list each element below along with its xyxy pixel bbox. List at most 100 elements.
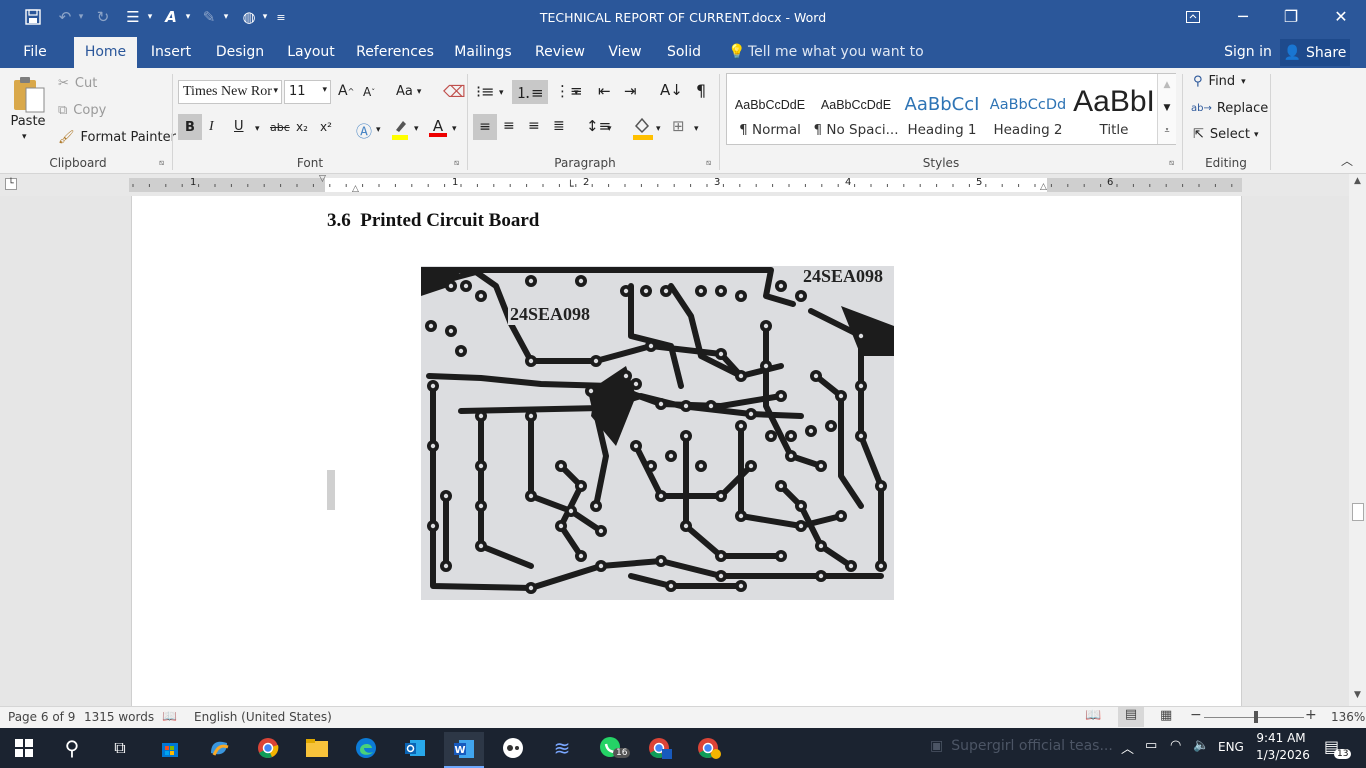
whatsapp-icon[interactable]: 16 bbox=[591, 732, 631, 764]
vpn-icon[interactable]: ≋ bbox=[542, 732, 582, 764]
read-mode-icon[interactable]: 📖 bbox=[1085, 708, 1101, 723]
qat-dropdown-icon[interactable]: ▾ bbox=[145, 6, 155, 28]
collapse-ribbon-icon[interactable]: ︿ bbox=[1341, 152, 1353, 169]
chrome-profile-icon-2[interactable] bbox=[689, 732, 729, 764]
tab-view[interactable]: View bbox=[602, 37, 648, 68]
zoom-level[interactable]: 136% bbox=[1331, 710, 1365, 724]
font-size-box[interactable]: 11 ▾ bbox=[284, 80, 331, 104]
media-player-icon[interactable] bbox=[493, 732, 533, 764]
decrease-indent-icon[interactable]: ⇤ bbox=[598, 82, 611, 100]
tab-review[interactable]: Review bbox=[530, 37, 590, 68]
styles-launcher-icon[interactable]: ⧅ bbox=[1169, 158, 1174, 168]
hanging-indent-marker[interactable]: △ bbox=[352, 184, 359, 194]
qat-dropdown-icon-4[interactable]: ▾ bbox=[260, 6, 270, 28]
undo-icon[interactable]: ↶ bbox=[54, 6, 76, 28]
wifi-icon[interactable]: ◠ bbox=[1170, 738, 1181, 753]
underline-dropdown-icon[interactable]: ▾ bbox=[255, 124, 260, 134]
cut-button[interactable]: ✂ Cut bbox=[58, 76, 97, 91]
select-button[interactable]: ⇱ Select ▾ bbox=[1193, 127, 1259, 142]
ribbon-display-options-icon[interactable] bbox=[1170, 0, 1216, 33]
show-hidden-icons[interactable]: ︿ bbox=[1121, 738, 1134, 757]
font-color-dropdown-icon[interactable]: ▾ bbox=[452, 124, 457, 134]
tell-me-search[interactable]: Tell me what you want to do... bbox=[748, 37, 938, 91]
text-effects-button[interactable]: Ⓐ ▾ bbox=[356, 118, 381, 142]
font-launcher-icon[interactable]: ⧅ bbox=[454, 158, 459, 168]
scroll-thumb[interactable] bbox=[1352, 503, 1364, 521]
draw-icon[interactable]: ✎ bbox=[198, 6, 220, 28]
clear-formatting-icon[interactable]: ⌫ bbox=[443, 82, 466, 101]
strikethrough-button[interactable]: abc bbox=[270, 121, 290, 134]
borders-dropdown-icon[interactable]: ▾ bbox=[694, 124, 699, 134]
close-button[interactable]: ✕ bbox=[1318, 0, 1364, 33]
align-center-icon[interactable]: ≡ bbox=[503, 118, 515, 134]
change-case-button[interactable]: Aa ▾ bbox=[396, 84, 421, 99]
tab-selector-icon[interactable]: └ bbox=[5, 178, 17, 190]
shading-icon[interactable] bbox=[633, 116, 653, 140]
word-count[interactable]: 1315 words bbox=[84, 710, 154, 724]
styles-more-icon[interactable]: ⩡ bbox=[1158, 120, 1176, 143]
underline-button[interactable]: U bbox=[234, 119, 244, 134]
scroll-up-icon[interactable]: ▲ bbox=[1349, 176, 1366, 190]
clipboard-launcher-icon[interactable]: ⧅ bbox=[159, 158, 164, 168]
vertical-scrollbar[interactable]: ▲ ▼ bbox=[1349, 174, 1366, 706]
styles-up-icon[interactable]: ▲ bbox=[1158, 74, 1176, 97]
minimize-button[interactable]: ─ bbox=[1220, 0, 1266, 33]
styles-scroll[interactable]: ▲ ▼ ⩡ bbox=[1157, 74, 1176, 144]
paste-icon[interactable] bbox=[12, 76, 46, 114]
file-explorer-icon[interactable] bbox=[297, 732, 337, 764]
notification-ticker[interactable]: ▣ Supergirl official teas... bbox=[930, 738, 1113, 754]
outlook-icon[interactable] bbox=[395, 732, 435, 764]
search-icon[interactable]: ⚲ bbox=[52, 732, 92, 764]
chrome-icon[interactable] bbox=[248, 732, 288, 764]
zoom-in-icon[interactable]: + bbox=[1305, 707, 1317, 723]
tab-solid[interactable]: Solid bbox=[660, 37, 708, 68]
tab-design[interactable]: Design bbox=[208, 37, 272, 68]
sort-icon[interactable]: A↓ bbox=[660, 81, 683, 99]
grow-font-icon[interactable]: A ^ bbox=[338, 83, 354, 99]
section-heading[interactable]: 3.6 Printed Circuit Board bbox=[327, 210, 539, 232]
volume-icon[interactable]: 🔈 bbox=[1193, 738, 1209, 753]
customize-qat-icon[interactable]: ≡ bbox=[274, 6, 288, 28]
clock-time[interactable]: 9:41 AM bbox=[1256, 731, 1306, 745]
language-indicator[interactable]: English (United States) bbox=[194, 710, 332, 724]
align-right-icon[interactable]: ≡ bbox=[528, 118, 540, 134]
qat-dropdown-icon-2[interactable]: ▾ bbox=[183, 6, 193, 28]
highlight-dropdown-icon[interactable]: ▾ bbox=[414, 124, 419, 134]
restore-button[interactable]: ❐ bbox=[1268, 0, 1314, 33]
align-left-icon[interactable]: ≡ bbox=[473, 114, 497, 140]
web-icon[interactable]: ◍ bbox=[238, 6, 260, 28]
font-name-dropdown-icon[interactable]: ▾ bbox=[273, 85, 278, 96]
copy-button[interactable]: ⧉ Copy bbox=[58, 103, 106, 118]
superscript-button[interactable]: x² bbox=[320, 120, 332, 134]
tab-file[interactable]: File bbox=[14, 37, 56, 68]
edge-icon[interactable] bbox=[346, 732, 386, 764]
task-view-icon[interactable]: ⧉ bbox=[100, 732, 140, 764]
replace-button[interactable]: ab→ Replace bbox=[1191, 101, 1268, 116]
shrink-font-icon[interactable]: Aˇ bbox=[363, 85, 375, 99]
style-heading-2[interactable]: AaBbCcDd Heading 2 bbox=[985, 80, 1071, 148]
bold-button[interactable]: B bbox=[178, 114, 202, 140]
increase-indent-icon[interactable]: ⇥ bbox=[624, 82, 637, 100]
paste-label[interactable]: Paste bbox=[10, 114, 46, 129]
show-formatting-icon[interactable]: ¶ bbox=[696, 81, 706, 100]
battery-icon[interactable]: ▭ bbox=[1145, 738, 1157, 753]
justify-icon[interactable]: ≣ bbox=[553, 118, 565, 134]
multilevel-dropdown-icon[interactable]: ▾ bbox=[574, 88, 579, 98]
tab-stop-marker[interactable]: └ bbox=[567, 180, 574, 193]
print-layout-icon[interactable]: ▤ bbox=[1118, 707, 1144, 727]
horizontal-ruler[interactable]: └ 1 1 2 3 4 5 6 ▽ △ └ △ bbox=[0, 174, 1366, 196]
borders-icon[interactable]: ⊞ bbox=[672, 117, 685, 135]
find-button[interactable]: ⚲ Find ▾ bbox=[1193, 74, 1246, 89]
right-indent-marker[interactable]: △ bbox=[1040, 182, 1047, 192]
paragraph-launcher-icon[interactable]: ⧅ bbox=[706, 158, 711, 168]
tab-layout[interactable]: Layout bbox=[281, 37, 341, 68]
paste-dropdown-icon[interactable]: ▾ bbox=[22, 132, 27, 142]
styles-down-icon[interactable]: ▼ bbox=[1158, 97, 1176, 120]
qat-dropdown-icon-3[interactable]: ▾ bbox=[221, 6, 231, 28]
highlight-icon[interactable] bbox=[392, 118, 408, 140]
zoom-out-icon[interactable]: − bbox=[1190, 707, 1202, 723]
bullets-dropdown-icon[interactable]: ▾ bbox=[499, 88, 504, 98]
first-line-indent-marker[interactable]: ▽ bbox=[319, 174, 326, 184]
text-effects-icon[interactable]: A bbox=[160, 6, 182, 28]
line-spacing-dropdown-icon[interactable]: ▾ bbox=[607, 124, 612, 134]
